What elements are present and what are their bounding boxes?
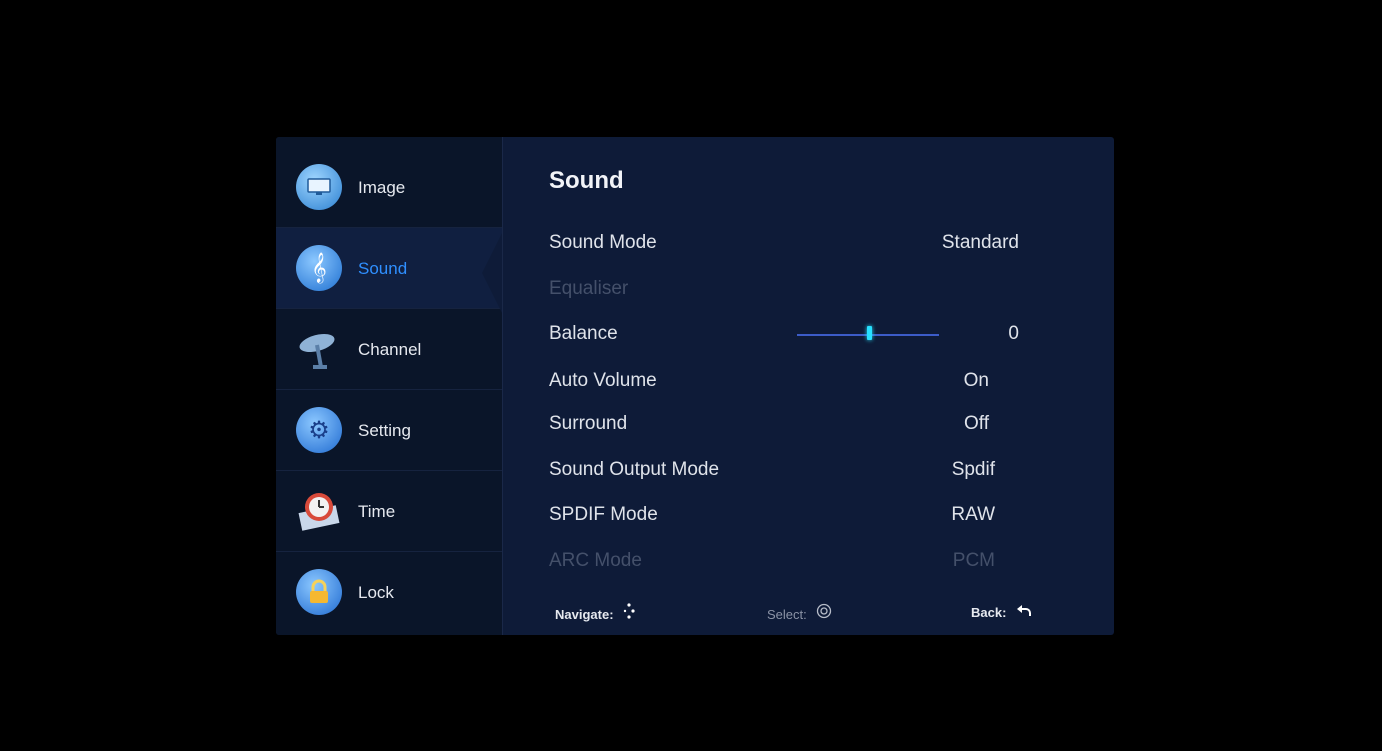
row-value: On [963,370,989,391]
settings-menu: Image 𝄞 Sound Channel ⚙ Setting Time Loc… [276,137,1114,635]
row-auto-volume[interactable]: Auto Volume On [549,365,1019,395]
ok-button-icon [816,603,832,622]
sidebar-item-label: Lock [358,583,394,602]
sound-panel: Sound Sound Mode Standard Equaliser Bala… [503,137,1114,635]
sidebar-item-label: Sound [358,259,408,278]
tv-screen: Image 𝄞 Sound Channel ⚙ Setting Time Loc… [6,6,1376,745]
sidebar-item-image[interactable]: Image [276,147,502,228]
balance-slider-thumb[interactable] [867,326,872,340]
back-label: Back: [971,605,1007,620]
row-arc-mode: ARC Mode PCM [549,545,1019,575]
row-value: Standard [941,232,1019,253]
select-hint: Select: [767,603,832,622]
navigate-hint: Navigate: [555,603,635,622]
row-sound-output-mode[interactable]: Sound Output Mode Spdif [549,454,1019,484]
lock-icon [296,569,342,615]
row-label: Sound Output Mode [549,459,720,480]
row-value: PCM [952,550,995,571]
clock-icon [296,488,342,534]
row-balance[interactable]: Balance 0 [549,318,1019,348]
active-indicator [482,233,502,313]
music-note-icon: 𝄞 [296,245,342,291]
row-label: Auto Volume [549,370,657,391]
row-label: Balance [549,323,618,344]
row-label: Sound Mode [549,232,657,253]
sidebar-item-channel[interactable]: Channel [276,309,502,390]
row-value: Off [964,413,989,434]
row-label: Surround [549,413,628,434]
row-sound-mode[interactable]: Sound Mode Standard [549,227,1019,257]
sidebar-item-sound[interactable]: 𝄞 Sound [276,228,502,309]
row-label: ARC Mode [549,550,642,571]
row-spdif-mode[interactable]: SPDIF Mode RAW [549,499,1019,529]
sidebar-item-lock[interactable]: Lock [276,552,502,632]
sidebar-item-setting[interactable]: ⚙ Setting [276,390,502,471]
monitor-icon [296,164,342,210]
key-hints: Navigate: Select: Back: [503,599,1114,629]
row-value: 0 [1008,323,1019,344]
sidebar-item-time[interactable]: Time [276,471,502,552]
sidebar-item-label: Image [358,178,406,197]
gear-icon: ⚙ [296,407,342,453]
row-value: Spdif [951,459,995,480]
row-value: RAW [951,504,995,525]
back-hint: Back: [971,603,1032,620]
sidebar-item-label: Channel [358,340,422,359]
back-arrow-icon [1016,603,1032,620]
row-surround[interactable]: Surround Off [549,408,1019,438]
page-title: Sound [549,167,624,194]
row-label: SPDIF Mode [549,504,658,525]
dpad-icon [623,603,635,622]
sidebar: Image 𝄞 Sound Channel ⚙ Setting Time Loc… [276,137,503,635]
row-label: Equaliser [549,278,629,299]
navigate-label: Navigate: [555,607,614,622]
sidebar-item-label: Time [358,502,396,521]
select-label: Select: [767,607,807,622]
satellite-dish-icon [296,326,342,372]
sidebar-item-label: Setting [358,421,411,440]
row-equaliser: Equaliser [549,273,1019,303]
